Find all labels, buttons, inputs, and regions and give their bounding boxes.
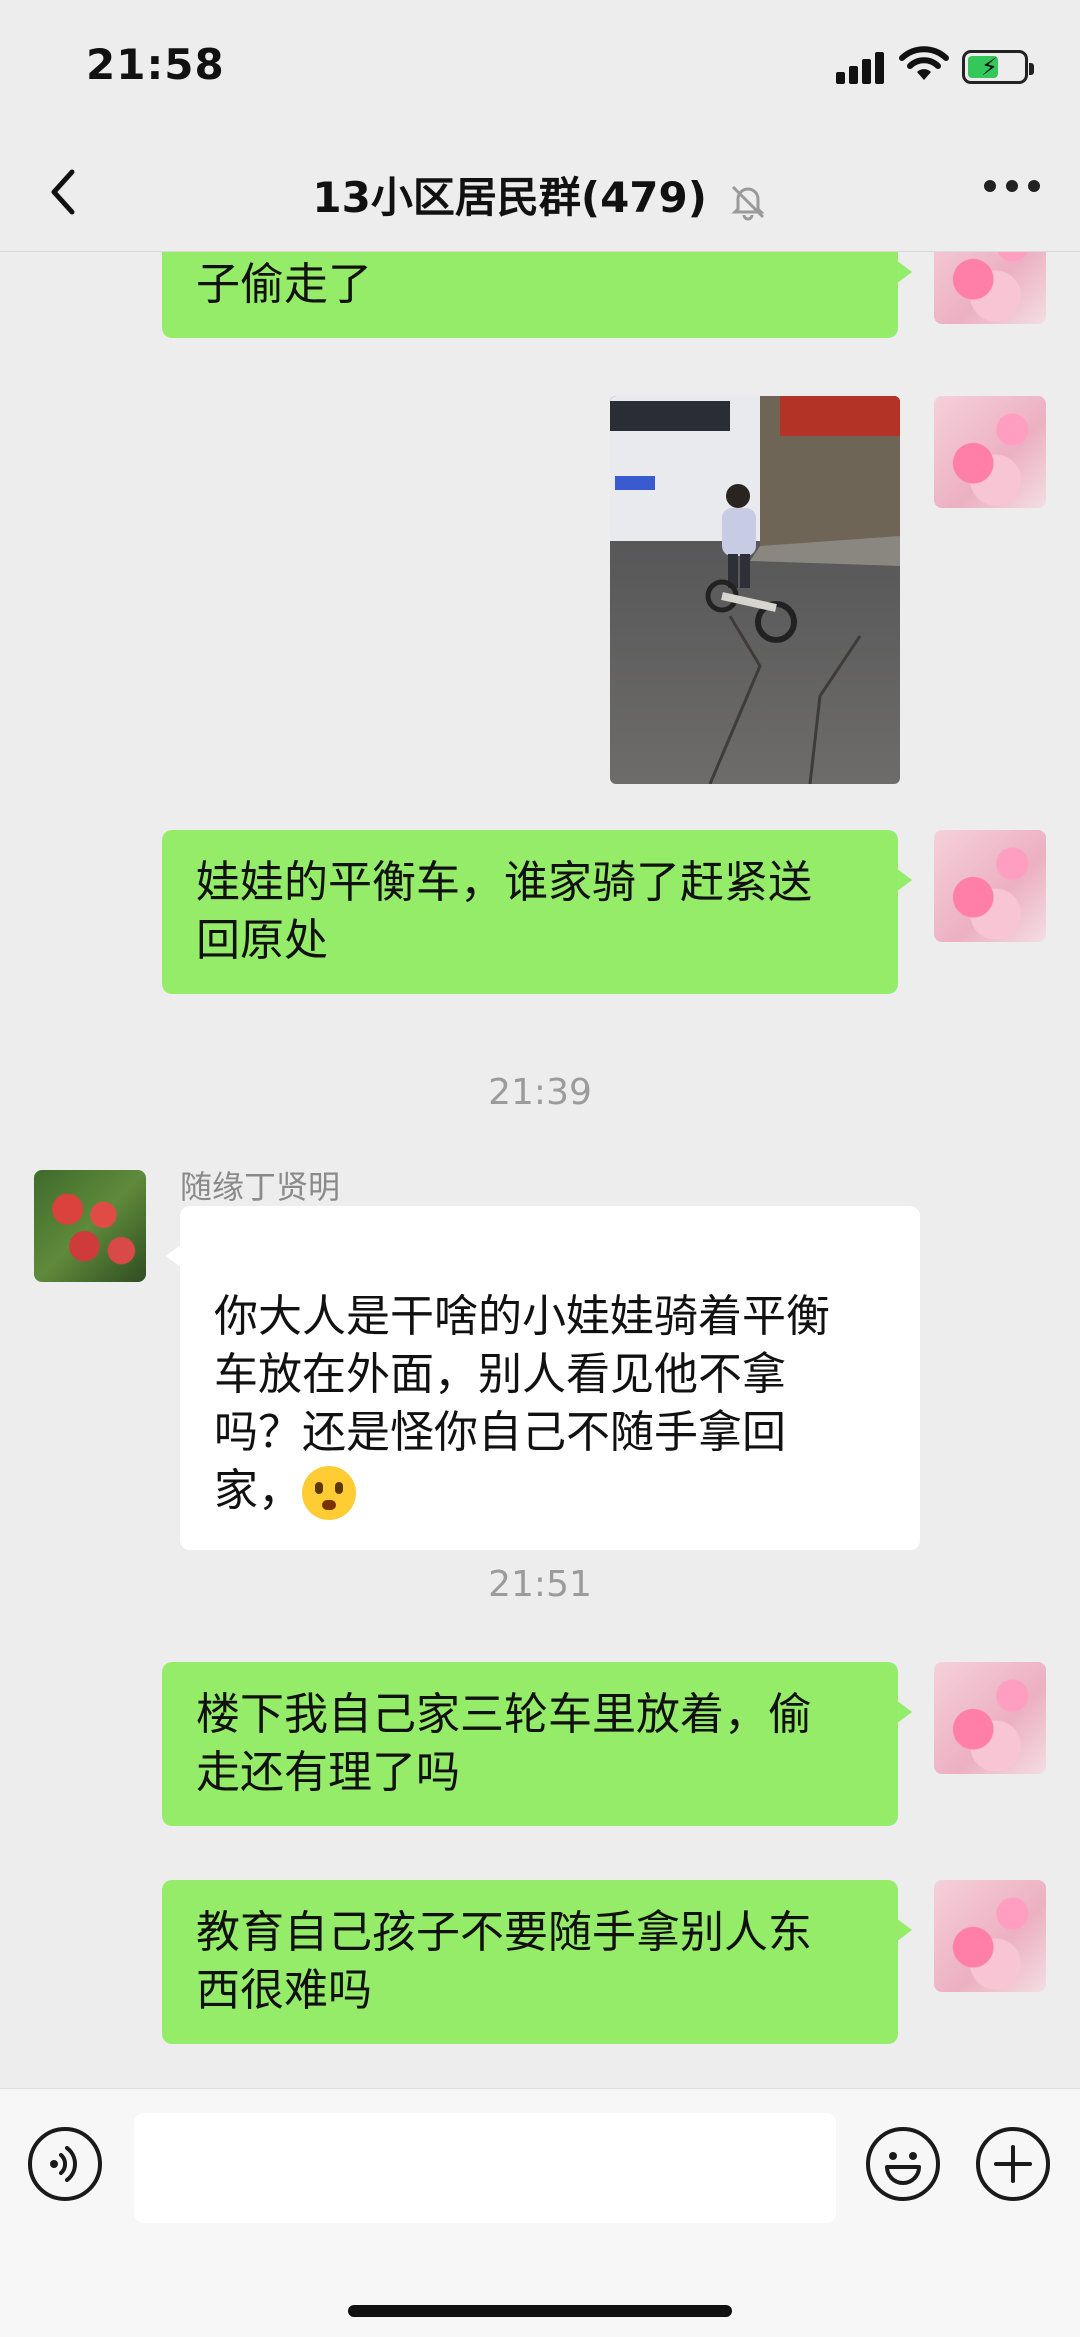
smiley-face-icon	[885, 2152, 921, 2185]
sender-name: 随缘丁贤明	[180, 1168, 341, 1206]
plus-icon[interactable]	[976, 2127, 1050, 2201]
status-time: 21:58	[86, 40, 225, 89]
message-bubble[interactable]: 教育自己孩子不要随手拿别人东 西很难吗	[162, 1880, 912, 2044]
voice-icon[interactable]	[28, 2127, 102, 2201]
message-bubble[interactable]: 楼下我自己家三轮车里放着，偷 走还有理了吗	[162, 1662, 912, 1826]
chat-history[interactable]: 子偷走了 娃娃的平衡车，谁家骑了赶紧送 回原处 21:39 随缘丁贤明 你大人是…	[0, 252, 1080, 2088]
my-avatar[interactable]	[934, 830, 1046, 942]
chat-title: 13小区居民群(479)	[0, 164, 1080, 225]
group-name: 13小区居民群(479)	[312, 173, 707, 222]
nav-bar: 13小区居民群(479)	[0, 130, 1080, 252]
cry-emoji-icon	[302, 1466, 356, 1520]
plus-sign-icon	[994, 2145, 1032, 2183]
photo-image	[610, 396, 900, 784]
wifi-icon	[899, 46, 949, 80]
my-avatar[interactable]	[934, 1880, 1046, 1992]
mute-bell-icon	[730, 185, 765, 220]
status-bar: 21:58 ⚡	[0, 0, 1080, 130]
my-avatar[interactable]	[934, 1662, 1046, 1774]
my-avatar[interactable]	[934, 252, 1046, 324]
sender-avatar[interactable]	[34, 1170, 146, 1282]
message-input[interactable]	[134, 2113, 836, 2223]
emoji-icon[interactable]	[866, 2127, 940, 2201]
photo-message[interactable]	[610, 396, 900, 784]
timestamp: 21:51	[488, 1564, 592, 1605]
more-options-icon[interactable]	[984, 180, 1040, 196]
signal-icon	[836, 50, 888, 84]
message-bubble[interactable]: 娃娃的平衡车，谁家骑了赶紧送 回原处	[162, 830, 912, 994]
message-bubble[interactable]: 你大人是干啥的小娃娃骑着平衡 车放在外面，别人看见他不拿 吗？还是怪你自己不随手…	[166, 1206, 920, 1550]
input-bar	[0, 2088, 1080, 2337]
timestamp: 21:39	[488, 1072, 592, 1113]
message-bubble[interactable]: 子偷走了	[162, 252, 912, 338]
home-indicator[interactable]	[348, 2305, 732, 2317]
voice-waves-icon	[50, 2146, 77, 2182]
my-avatar[interactable]	[934, 396, 1046, 508]
battery-icon: ⚡	[962, 50, 1034, 84]
